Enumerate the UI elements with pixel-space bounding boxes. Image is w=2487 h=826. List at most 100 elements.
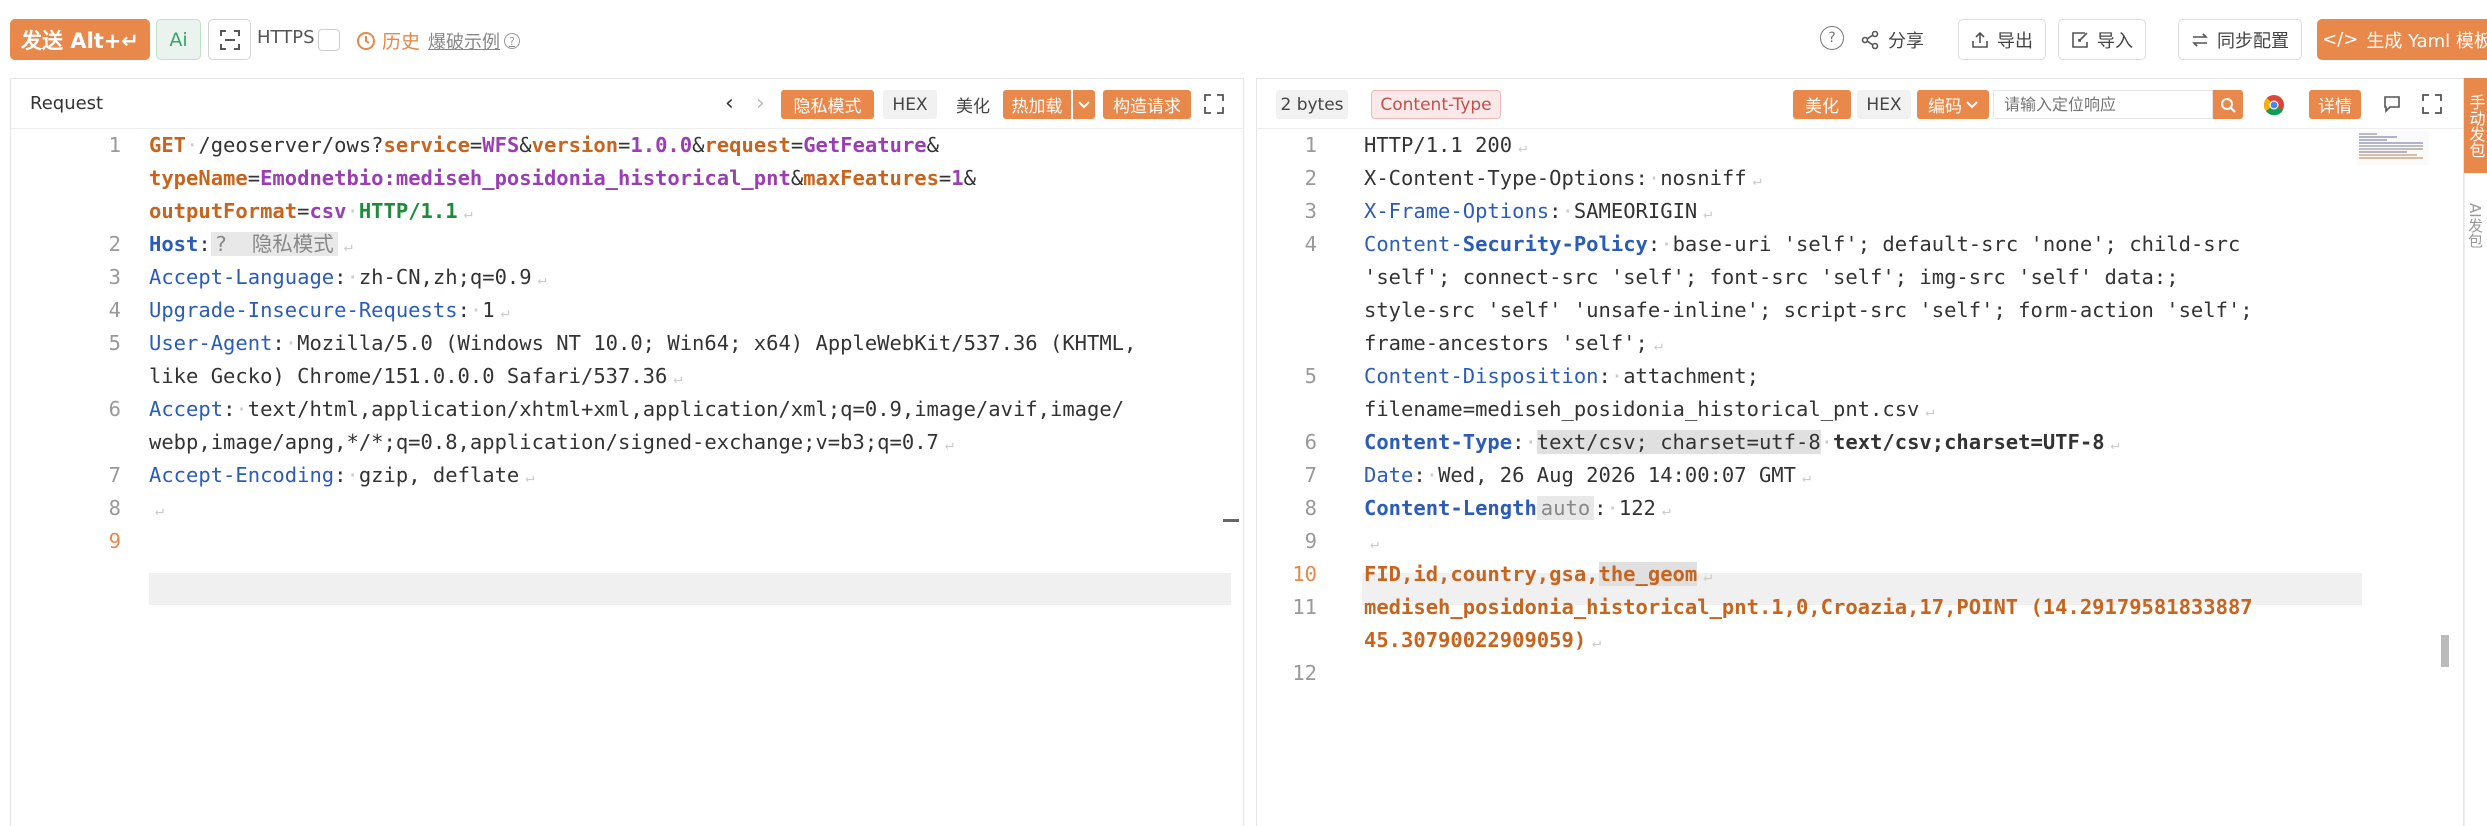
- import-label: 导入: [2097, 30, 2133, 52]
- search-button[interactable]: [2213, 90, 2243, 119]
- code-text: User-Agent:·Mozilla/5.0 (Windows NT 10.0…: [149, 331, 1137, 355]
- code-line: 9 ↵: [1257, 525, 2463, 558]
- encoding-label: 编码: [1928, 97, 1962, 117]
- code-line: 10 FID,id,country,gsa,the_geom ↵: [1257, 558, 2463, 591]
- hex-button[interactable]: HEX: [883, 90, 937, 119]
- manual-send-tab[interactable]: 手动发包: [2464, 78, 2487, 173]
- response-editor[interactable]: 1 HTTP/1.1 200 ↵ 2 X-Content-Type-Options…: [1257, 129, 2463, 826]
- export-icon: [1972, 31, 1988, 48]
- locate-response-input[interactable]: [1993, 90, 2213, 119]
- search-icon: [2221, 97, 2236, 113]
- line-number: 9: [1304, 529, 1317, 553]
- line-number: 1: [108, 133, 121, 157]
- expand-icon[interactable]: [2421, 93, 2443, 115]
- line-number: 10: [1292, 562, 1317, 586]
- next-arrow-icon[interactable]: ›: [756, 91, 765, 116]
- example-link[interactable]: 爆破示例 ?: [428, 28, 520, 54]
- code-text: filename=mediseh_posidonia_historical_pn…: [1364, 397, 1935, 421]
- code-line: frame-ancestors 'self'; ↵: [1257, 327, 2463, 360]
- code-line: outputFormat=csv·HTTP/1.1 ↵: [11, 195, 1243, 228]
- code-text: like Gecko) Chrome/151.0.0.0 Safari/537.…: [149, 364, 683, 388]
- code-line: 1 HTTP/1.1 200 ↵: [1257, 129, 2463, 162]
- stealth-mode-button[interactable]: 隐私模式: [781, 90, 874, 119]
- code-text: HTTP/1.1 200 ↵: [1364, 133, 1528, 157]
- beautify-button[interactable]: 美化: [945, 90, 1001, 119]
- code-text: Content-Type:·text/csv; charset=utf-8·te…: [1364, 430, 2120, 454]
- code-text: mediseh_posidonia_historical_pnt.1,0,Cro…: [1364, 595, 2253, 619]
- help-icon: ?: [504, 33, 520, 49]
- example-label: 爆破示例: [428, 32, 500, 53]
- line-number: 3: [108, 265, 121, 289]
- code-text: Upgrade-Insecure-Requests:·1 ↵: [149, 298, 510, 322]
- top-toolbar: 发送 Alt+↵ Ai HTTPS 历史 爆破示例 ? ? 分享 导出 导入 同…: [0, 0, 2487, 76]
- send-button[interactable]: 发送 Alt+↵: [10, 19, 150, 60]
- export-button[interactable]: 导出: [1958, 19, 2046, 60]
- line-number: 6: [108, 397, 121, 421]
- scan-icon: [219, 29, 240, 50]
- import-icon: [2072, 31, 2088, 48]
- line-number: 2: [1304, 166, 1317, 190]
- code-text: ↵: [155, 501, 165, 519]
- auto-hint: auto: [1536, 496, 1595, 520]
- ai-send-tab[interactable]: AI发包: [2464, 190, 2487, 260]
- share-button[interactable]: 分享: [1860, 19, 1924, 60]
- hotload-dropdown[interactable]: [1073, 90, 1095, 119]
- code-line: 3 Accept-Language:·zh-CN,zh;q=0.9 ↵: [11, 261, 1243, 294]
- line-number: 8: [108, 496, 121, 520]
- history-button[interactable]: 历史: [356, 27, 420, 54]
- comment-icon[interactable]: [2382, 94, 2402, 114]
- code-line: 1 GET·/geoserver/ows?service=WFS&version…: [11, 129, 1243, 162]
- prev-arrow-icon[interactable]: ‹: [725, 91, 734, 116]
- ai-button[interactable]: Ai: [156, 19, 201, 60]
- help-circle-icon[interactable]: ?: [1820, 26, 1844, 50]
- build-request-button[interactable]: 构造请求: [1103, 90, 1191, 119]
- line-number: 9: [108, 529, 121, 553]
- detail-button[interactable]: 详情: [2309, 90, 2361, 119]
- line-number: 8: [1304, 496, 1317, 520]
- code-text: Content-Disposition:·attachment;: [1364, 364, 1759, 388]
- code-line: 12: [1257, 657, 2463, 690]
- stealth-placeholder: ? 隐私模式: [210, 232, 338, 256]
- code-line: 6 Accept:·text/html,application/xhtml+xm…: [11, 393, 1243, 426]
- request-editor[interactable]: 1 GET·/geoserver/ows?service=WFS&version…: [11, 129, 1243, 826]
- code-text: typeName=Emodnetbio:mediseh_posidonia_hi…: [149, 166, 976, 190]
- code-line: 6 Content-Type:·text/csv; charset=utf-8·…: [1257, 426, 2463, 459]
- code-text: 45.30790022909059) ↵: [1364, 628, 1602, 652]
- request-panel: Request ‹ › 隐私模式 HEX 美化 热加载 构造请求 1 GET·/…: [10, 78, 1244, 826]
- line-number: 4: [108, 298, 121, 322]
- import-button[interactable]: 导入: [2058, 19, 2146, 60]
- code-line: 9: [11, 525, 1243, 558]
- code-line: 2 Host:? 隐私模式 ↵: [11, 228, 1243, 261]
- line-number: 12: [1292, 661, 1317, 685]
- code-text: frame-ancestors 'self'; ↵: [1364, 331, 1663, 355]
- size-badge: 2 bytes: [1276, 90, 1348, 119]
- scroll-indicator[interactable]: [1223, 519, 1239, 522]
- scrollbar-thumb[interactable]: [2441, 635, 2449, 667]
- line-number: 11: [1292, 595, 1317, 619]
- line-number: 7: [1304, 463, 1317, 487]
- line-number: 5: [1304, 364, 1317, 388]
- https-checkbox[interactable]: [318, 29, 340, 51]
- encoding-dropdown[interactable]: 编码: [1917, 90, 1989, 119]
- current-line-highlight: [149, 573, 1231, 605]
- code-line: 4 Content-Security-Policy:·base-uri 'sel…: [1257, 228, 2463, 261]
- code-line: 5 User-Agent:·Mozilla/5.0 (Windows NT 10…: [11, 327, 1243, 360]
- beautify-button[interactable]: 美化: [1793, 90, 1851, 119]
- sync-config-button[interactable]: 同步配置: [2178, 19, 2302, 60]
- request-header: Request ‹ › 隐私模式 HEX 美化 热加载 构造请求: [11, 79, 1243, 129]
- code-line: 8 ↵: [11, 492, 1243, 525]
- code-text: Accept-Language:·zh-CN,zh;q=0.9 ↵: [149, 265, 547, 289]
- hotload-button[interactable]: 热加载: [1003, 90, 1071, 119]
- code-line: style-src 'self' 'unsafe-inline'; script…: [1257, 294, 2463, 327]
- content-type-badge[interactable]: Content-Type: [1371, 90, 1501, 119]
- generate-yaml-button[interactable]: </> 生成 Yaml 模板: [2317, 19, 2487, 60]
- response-panel: 2 bytes Content-Type 美化 HEX 编码 详情: [1256, 78, 2464, 826]
- code-line: 3 X-Frame-Options:·SAMEORIGIN ↵: [1257, 195, 2463, 228]
- sync-label: 同步配置: [2217, 30, 2289, 52]
- scan-button[interactable]: [208, 19, 251, 60]
- code-text: outputFormat=csv·HTTP/1.1 ↵: [149, 199, 473, 223]
- code-line: 45.30790022909059) ↵: [1257, 624, 2463, 657]
- chrome-icon[interactable]: [2263, 94, 2285, 116]
- hex-button[interactable]: HEX: [1857, 90, 1911, 119]
- expand-icon[interactable]: [1203, 93, 1225, 115]
